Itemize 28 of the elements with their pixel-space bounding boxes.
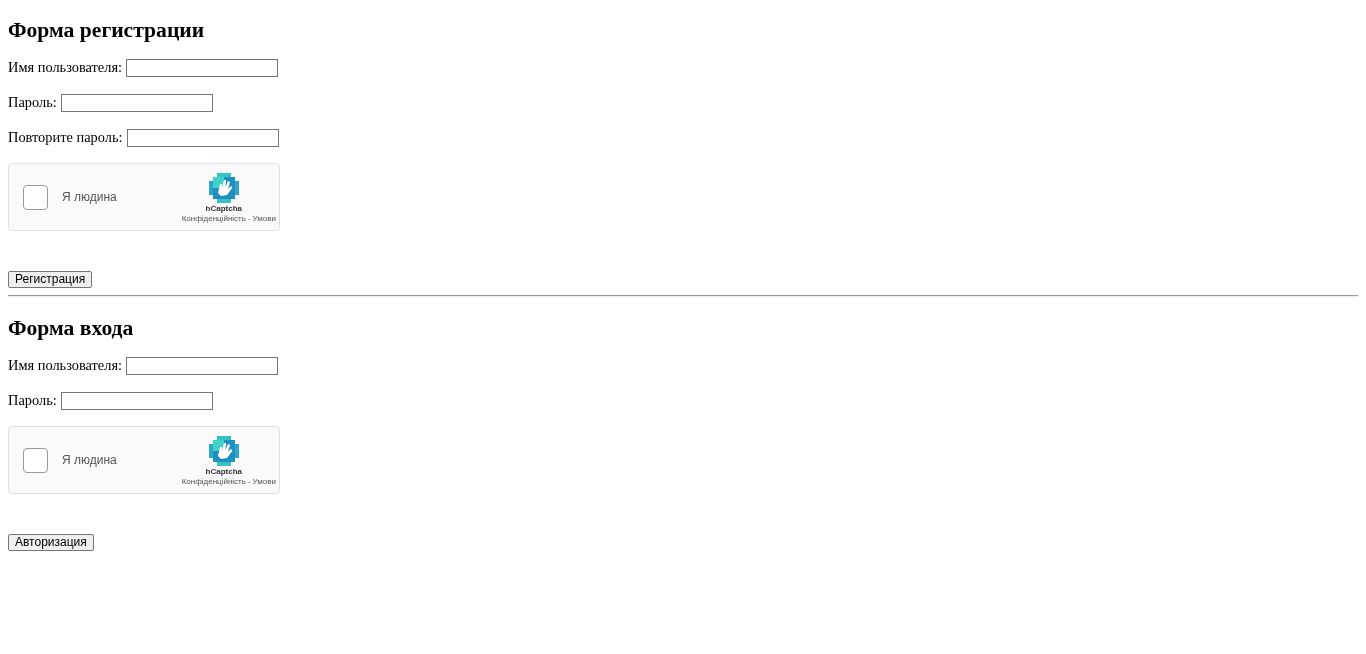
checkbox-label: Я людина xyxy=(62,453,118,467)
input-field[interactable] xyxy=(60,93,213,112)
input-field[interactable] xyxy=(126,356,279,375)
privacy-link[interactable]: Конфіденційність xyxy=(181,477,246,486)
submit-button[interactable]: Регистрация xyxy=(8,271,93,288)
privacy-link[interactable]: Конфіденційність xyxy=(181,214,246,223)
link-separator: - xyxy=(247,214,251,223)
terms-link[interactable]: Умови xyxy=(252,477,276,486)
field-label: Повторите пароль: xyxy=(8,128,123,147)
hand-logo-icon xyxy=(208,436,239,466)
hand-logo-icon xyxy=(208,173,239,203)
terms-link[interactable]: Умови xyxy=(252,214,276,223)
form-title: Форма входа xyxy=(8,315,134,341)
field-label: Имя пользователя: xyxy=(8,356,123,375)
brand-name: hCaptcha xyxy=(205,467,243,476)
field-label: Имя пользователя: xyxy=(8,58,123,77)
input-field[interactable] xyxy=(60,391,213,410)
form-title: Форма регистрации xyxy=(8,17,205,43)
input-field[interactable] xyxy=(126,58,279,77)
input-field[interactable] xyxy=(126,128,279,147)
submit-button[interactable]: Авторизация xyxy=(8,534,94,551)
checkbox-label: Я людина xyxy=(62,190,118,204)
field-label: Пароль: xyxy=(8,93,57,112)
brand-name: hCaptcha xyxy=(205,204,243,213)
field-label: Пароль: xyxy=(8,391,57,410)
checkbox[interactable] xyxy=(23,184,48,210)
link-separator: - xyxy=(247,477,251,486)
checkbox[interactable] xyxy=(23,447,48,473)
